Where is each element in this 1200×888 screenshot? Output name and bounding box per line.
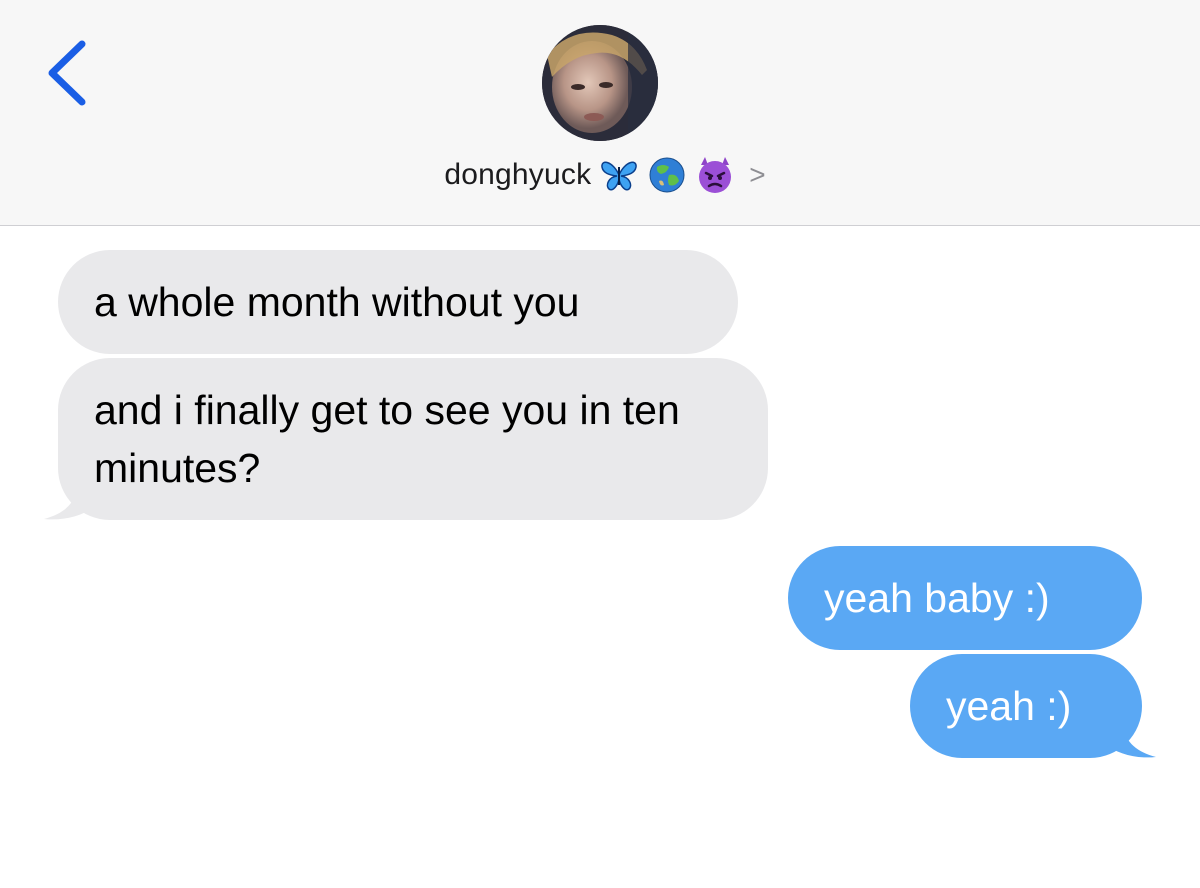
- contact-name: donghyuck: [444, 158, 592, 191]
- chevron-left-icon: [48, 40, 86, 106]
- butterfly-emoji-icon: [599, 155, 639, 195]
- outgoing-message-bubble[interactable]: yeah baby :): [788, 546, 1142, 650]
- contact-avatar[interactable]: [542, 25, 658, 141]
- angry-devil-emoji-icon: [695, 155, 735, 195]
- message-text: a whole month without you: [94, 279, 580, 325]
- incoming-bubble-tail: [44, 478, 96, 520]
- message-text: yeah baby :): [824, 575, 1050, 621]
- contact-name-row[interactable]: donghyuck >: [0, 150, 1200, 200]
- incoming-message-bubble[interactable]: and i finally get to see you in ten minu…: [58, 358, 768, 520]
- outgoing-bubble-tail: [1104, 716, 1156, 758]
- imessage-conversation-screen: donghyuck > a whole month without you an…: [0, 0, 1200, 888]
- message-text: and i finally get to see you in ten minu…: [94, 387, 680, 491]
- avatar-photo: [542, 25, 658, 141]
- chevron-right-icon: >: [749, 159, 766, 190]
- incoming-message-bubble[interactable]: a whole month without you: [58, 250, 738, 354]
- globe-emoji-icon: [647, 155, 687, 195]
- message-text: yeah :): [946, 683, 1072, 729]
- back-button[interactable]: [30, 30, 110, 120]
- conversation-header: donghyuck >: [0, 0, 1200, 226]
